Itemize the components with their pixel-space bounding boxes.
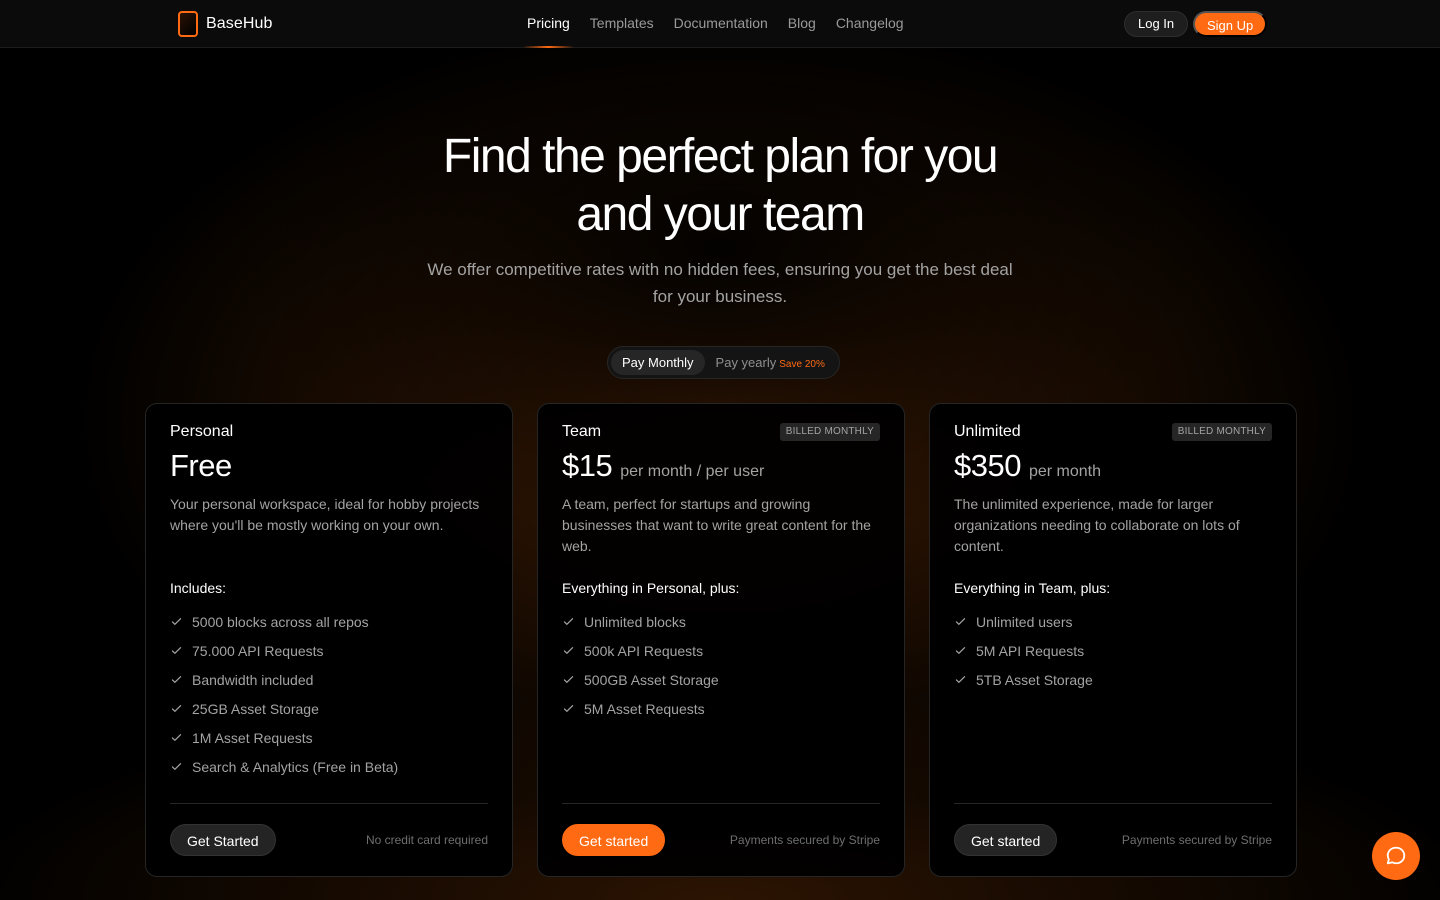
feature-label: 5M Asset Requests xyxy=(584,700,705,717)
brand-name: BaseHub xyxy=(206,15,273,32)
chat-button[interactable] xyxy=(1372,832,1420,880)
feature-label: 5M API Requests xyxy=(976,642,1085,659)
plan-price: Free xyxy=(170,448,232,483)
price-row: $350 per month xyxy=(954,448,1101,484)
billed-monthly-badge: BILLED MONTHLY xyxy=(779,423,880,441)
feature-label: 25GB Asset Storage xyxy=(192,700,319,717)
check-icon xyxy=(955,618,966,625)
check-icon xyxy=(563,618,574,625)
feature-label: Unlimited users xyxy=(976,613,1073,630)
feature-item: 5TB Asset Storage xyxy=(954,665,1093,694)
feature-list: Unlimited blocks 500k API Requests 500GB A… xyxy=(562,607,719,723)
page-title: Find the perfect plan for you and your t… xyxy=(370,128,1070,244)
price-row: $15 per month / per user xyxy=(562,448,764,484)
signup-button[interactable]: Sign Up xyxy=(1193,11,1268,37)
nav-link-documentation[interactable]: Documentation xyxy=(674,15,768,31)
check-icon xyxy=(563,647,574,654)
cta-note: Payments secured by Stripe xyxy=(729,833,880,847)
check-icon xyxy=(563,676,574,683)
check-icon xyxy=(171,734,182,741)
feature-label: 5TB Asset Storage xyxy=(976,671,1093,688)
plan-name: Personal xyxy=(170,423,234,440)
cta-note: No credit card required xyxy=(365,833,488,847)
plan-price: $350 xyxy=(954,448,1021,483)
feature-label: 500GB Asset Storage xyxy=(584,671,719,688)
page-title-line-1: Find the perfect plan for you xyxy=(442,130,999,183)
check-icon xyxy=(171,763,182,770)
get-started-button[interactable]: Get started xyxy=(954,824,1058,856)
check-icon xyxy=(171,618,182,625)
feature-label: 5000 blocks across all repos xyxy=(192,613,369,630)
check-icon xyxy=(563,705,574,712)
login-button[interactable]: Log In xyxy=(1124,11,1189,37)
feature-label: Search & Analytics (Free in Beta) xyxy=(192,758,399,775)
check-icon xyxy=(955,676,966,683)
card-divider xyxy=(562,803,880,804)
plan-price: $15 xyxy=(562,448,613,483)
includes-title: Everything in Personal, plus: xyxy=(562,580,740,596)
plan-price-unit: per month xyxy=(1028,463,1102,480)
includes-title: Everything in Team, plus: xyxy=(954,580,1111,596)
pay-yearly-label: Pay yearly xyxy=(715,355,777,370)
check-icon xyxy=(171,647,182,654)
top-nav: BaseHub Pricing Templates Documentation … xyxy=(0,0,1440,48)
feature-item: Search & Analytics (Free in Beta) xyxy=(170,752,398,781)
pricing-card-unlimited: Unlimited BILLED MONTHLY $350 per month … xyxy=(929,403,1297,877)
check-icon xyxy=(171,705,182,712)
feature-item: 500GB Asset Storage xyxy=(562,665,719,694)
plan-name: Team xyxy=(562,423,602,440)
feature-label: 75.000 API Requests xyxy=(192,642,324,659)
feature-item: Bandwidth included xyxy=(170,665,398,694)
feature-label: 500k API Requests xyxy=(584,642,704,659)
feature-list: 5000 blocks across all repos 75.000 API R… xyxy=(170,607,398,781)
brand-logo[interactable]: BaseHub xyxy=(178,11,273,37)
cta-note: Payments secured by Stripe xyxy=(1121,833,1272,847)
feature-item: Unlimited users xyxy=(954,607,1093,636)
includes-title: Includes: xyxy=(170,580,227,596)
nav-links: Pricing Templates Documentation Blog Cha… xyxy=(523,15,904,48)
feature-item: 1M Asset Requests xyxy=(170,723,398,752)
feature-item: 5M API Requests xyxy=(954,636,1093,665)
feature-label: Unlimited blocks xyxy=(584,613,686,630)
feature-item: Unlimited blocks xyxy=(562,607,719,636)
billed-monthly-badge: BILLED MONTHLY xyxy=(1171,423,1272,441)
feature-label: 1M Asset Requests xyxy=(192,729,313,746)
feature-item: 5M Asset Requests xyxy=(562,694,719,723)
plan-description: A team, perfect for startups and growing… xyxy=(562,496,871,554)
feature-item: 75.000 API Requests xyxy=(170,636,398,665)
nav-link-pricing[interactable]: Pricing xyxy=(523,15,574,48)
check-icon xyxy=(955,647,966,654)
billing-toggle: Pay Monthly Pay yearly Save 20% xyxy=(607,346,840,379)
page-title-line-2: and your team xyxy=(576,188,865,241)
pay-yearly-option[interactable]: Pay yearly Save 20% xyxy=(705,350,836,375)
save-badge: Save 20% xyxy=(779,359,825,370)
feature-item: 5000 blocks across all repos xyxy=(170,607,398,636)
pay-monthly-option[interactable]: Pay Monthly xyxy=(611,350,705,375)
feature-list: Unlimited users 5M API Requests 5TB Asset … xyxy=(954,607,1093,694)
feature-label: Bandwidth included xyxy=(192,671,314,688)
page-subtitle: We offer competitive rates with no hidde… xyxy=(427,260,1013,306)
plan-name: Unlimited xyxy=(954,423,1021,440)
basehub-logo-icon xyxy=(178,11,198,37)
feature-item: 25GB Asset Storage xyxy=(170,694,398,723)
check-icon xyxy=(171,676,182,683)
feature-item: 500k API Requests xyxy=(562,636,719,665)
nav-link-blog[interactable]: Blog xyxy=(788,15,816,31)
nav-link-templates[interactable]: Templates xyxy=(590,15,654,31)
pricing-card-team: Team BILLED MONTHLY $15 per month / per … xyxy=(537,403,905,877)
plan-description: Your personal workspace, ideal for hobby… xyxy=(170,496,480,533)
card-divider xyxy=(170,803,488,804)
pricing-card-personal: Personal Free Your personal workspace, i… xyxy=(145,403,513,877)
price-row: Free xyxy=(170,448,240,484)
plan-description: The unlimited experience, made for large… xyxy=(954,496,1240,554)
chat-bubble-icon xyxy=(1386,846,1406,865)
card-divider xyxy=(954,803,1272,804)
get-started-button[interactable]: Get Started xyxy=(170,824,276,856)
get-started-button[interactable]: Get started xyxy=(562,824,666,856)
plan-price-unit: per month / per user xyxy=(620,463,765,480)
nav-link-changelog[interactable]: Changelog xyxy=(836,15,904,31)
